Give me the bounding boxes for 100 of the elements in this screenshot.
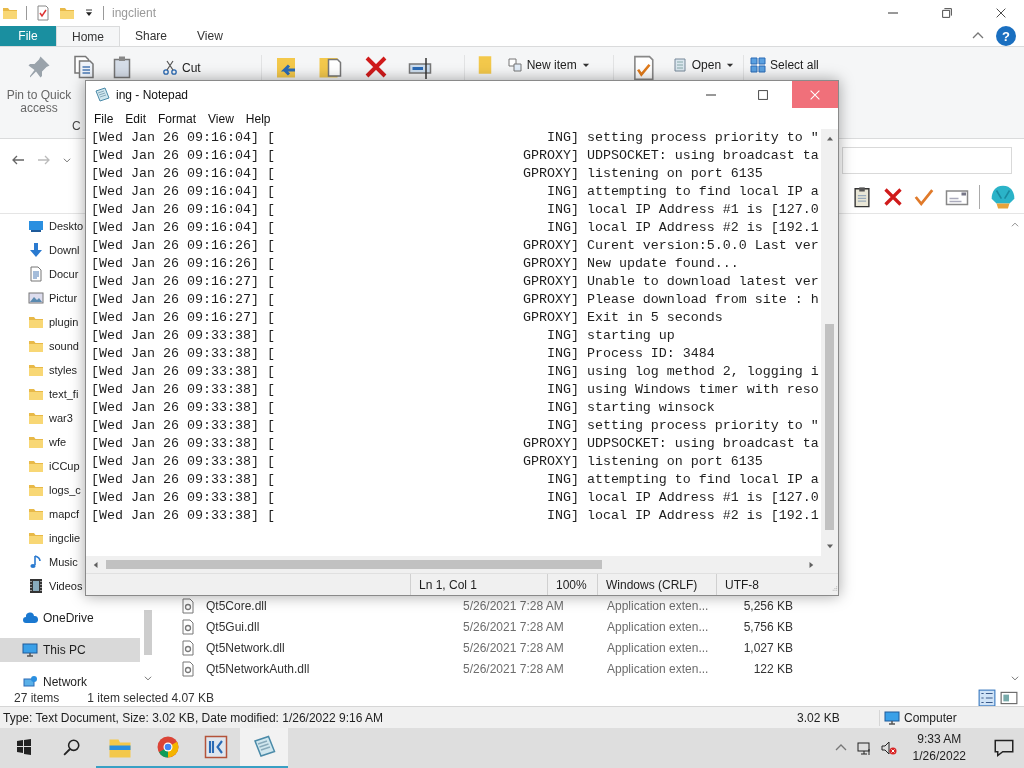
cloud-icon bbox=[22, 610, 38, 626]
recent-button[interactable] bbox=[62, 155, 72, 165]
delete-icon[interactable] bbox=[883, 187, 903, 207]
file-icon bbox=[180, 597, 196, 614]
search-icon bbox=[63, 738, 81, 756]
nav-item[interactable]: Music bbox=[0, 550, 84, 574]
nav-item[interactable]: styles bbox=[0, 358, 84, 382]
help-button[interactable]: ? bbox=[996, 26, 1016, 46]
scrollbar-thumb[interactable] bbox=[106, 560, 602, 569]
nav-item[interactable]: wfe bbox=[0, 430, 84, 454]
nav-item[interactable]: logs_c bbox=[0, 478, 84, 502]
folder-icon bbox=[2, 5, 18, 21]
ribbon-tab[interactable]: Share bbox=[120, 26, 183, 46]
nav-item[interactable]: ingclie bbox=[0, 526, 84, 550]
log-line: [Wed Jan 26 09:16:26] [ GPROXY] New update found... bbox=[91, 255, 739, 273]
log-line: [Wed Jan 26 09:16:27] [ GPROXY] Exit in 5 seconds bbox=[91, 309, 723, 327]
nav-item[interactable]: Deskto bbox=[0, 214, 84, 238]
file-type: Application exten... bbox=[607, 661, 710, 676]
nav-item[interactable]: war3 bbox=[0, 406, 84, 430]
minimize-icon bbox=[706, 93, 716, 96]
nav-item[interactable]: Network bbox=[0, 670, 140, 689]
network-icon[interactable] bbox=[856, 740, 873, 756]
select-all-button[interactable]: Select all bbox=[750, 55, 819, 75]
cut-button[interactable]: Cut bbox=[162, 58, 201, 78]
notification-icon bbox=[994, 738, 1014, 758]
nav-item[interactable]: text_fi bbox=[0, 382, 84, 406]
copy-to-icon[interactable] bbox=[317, 55, 342, 79]
menu-item[interactable]: Format bbox=[152, 111, 203, 126]
menu-item[interactable]: View bbox=[202, 111, 240, 126]
menu-item[interactable]: Edit bbox=[119, 111, 153, 126]
menu-item[interactable]: File bbox=[88, 111, 120, 126]
taskbar-button[interactable] bbox=[240, 728, 288, 768]
nav-item[interactable]: sound bbox=[0, 334, 84, 358]
restore-icon bbox=[940, 6, 954, 20]
file-date: 5/26/2021 7:28 AM bbox=[463, 640, 565, 655]
file-menu-tab[interactable]: File bbox=[0, 26, 56, 46]
open-icon bbox=[671, 57, 688, 73]
log-line: [Wed Jan 26 09:33:38] [ ING] local IP Address #2 is [192.1 bbox=[91, 507, 819, 525]
clock-time[interactable]: 9:33 AM bbox=[917, 731, 962, 748]
copy-label[interactable]: C bbox=[72, 119, 81, 133]
ribbon-tab[interactable]: View bbox=[182, 26, 238, 46]
encoding: UTF-8 bbox=[716, 574, 824, 595]
maximize-icon bbox=[756, 87, 770, 102]
clock-date[interactable]: 1/26/2022 bbox=[912, 748, 966, 765]
shell-icon[interactable] bbox=[990, 184, 1016, 210]
notifications-button[interactable] bbox=[994, 738, 1014, 758]
nav-item[interactable]: Videos bbox=[0, 574, 84, 598]
selection-info: 1 item selected 4.07 KB bbox=[87, 690, 215, 705]
scroll-down-icon[interactable] bbox=[142, 673, 153, 683]
window-title: ingclient bbox=[112, 6, 157, 20]
clipboard-icon[interactable] bbox=[851, 186, 873, 208]
delete-icon[interactable] bbox=[363, 55, 388, 79]
nav-item[interactable]: Downl bbox=[0, 238, 84, 262]
search-field[interactable] bbox=[842, 146, 1012, 174]
log-line: [Wed Jan 26 09:16:27] [ GPROXY] Please download from site : h bbox=[91, 291, 819, 309]
browser-icon bbox=[156, 735, 180, 759]
pin-button[interactable]: Pin to Quick access bbox=[6, 55, 72, 115]
windows-logo-icon bbox=[16, 739, 32, 755]
scroll-down-icon[interactable] bbox=[1010, 673, 1020, 683]
details-view-icon[interactable] bbox=[978, 688, 996, 707]
download-arrow-icon bbox=[28, 242, 44, 258]
nav-item[interactable]: mapcf bbox=[0, 502, 84, 526]
log-line: [Wed Jan 26 09:16:04] [ GPROXY] UDPSOCKET: using broadcast ta bbox=[91, 147, 819, 165]
close-icon bbox=[994, 6, 1008, 20]
properties-icon[interactable] bbox=[35, 5, 51, 21]
file-size: 5,756 KB bbox=[742, 619, 793, 634]
desktop-icon bbox=[28, 218, 44, 234]
log-line: [Wed Jan 26 09:16:04] [ GPROXY] listening on port 6135 bbox=[91, 165, 763, 183]
file-icon bbox=[180, 660, 196, 677]
open-button[interactable]: Open bbox=[671, 55, 736, 75]
ribbon-tab[interactable]: Home bbox=[56, 26, 120, 46]
computer-icon bbox=[22, 642, 38, 658]
nav-item[interactable]: iCCup bbox=[0, 454, 84, 478]
window-title: ing - Notepad bbox=[116, 87, 189, 102]
new-item-button[interactable]: New item bbox=[506, 55, 591, 75]
rename-icon[interactable] bbox=[407, 55, 432, 79]
log-line: [Wed Jan 26 09:33:38] [ GPROXY] UDPSOCKET: using broadcast ta bbox=[91, 435, 819, 453]
nav-item[interactable]: OneDrive bbox=[0, 606, 140, 630]
nav-item[interactable]: plugin bbox=[0, 310, 84, 334]
scroll-up-icon[interactable] bbox=[1010, 220, 1020, 230]
nav-item[interactable]: Docur bbox=[0, 262, 84, 286]
chevron-down-icon bbox=[62, 155, 72, 165]
file-name: Qt5NetworkAuth.dll bbox=[206, 661, 311, 676]
nav-item[interactable]: Pictur bbox=[0, 286, 84, 310]
menu-item[interactable]: Help bbox=[239, 111, 277, 126]
file-name: Qt5Gui.dll bbox=[206, 619, 261, 634]
log-line: [Wed Jan 26 09:16:04] [ ING] local IP Address #1 is [127.0 bbox=[91, 201, 819, 219]
scrollbar-thumb[interactable] bbox=[825, 324, 834, 530]
file-date: 5/26/2021 7:28 AM bbox=[463, 661, 565, 676]
muted-speaker-icon[interactable] bbox=[880, 740, 897, 756]
app-icon bbox=[204, 735, 228, 759]
folder-icon bbox=[28, 386, 44, 402]
nav-item[interactable]: This PC bbox=[0, 638, 140, 662]
file-details: Type: Text Document, Size: 3.02 KB, Date modified: 1/26/2022 9:16 AM bbox=[3, 710, 383, 725]
scrollbar-thumb[interactable] bbox=[143, 610, 152, 655]
select-all-icon bbox=[750, 57, 767, 73]
log-line: [Wed Jan 26 09:33:38] [ ING] Process ID: 3484 bbox=[91, 345, 715, 363]
copy-icon[interactable] bbox=[72, 55, 96, 79]
log-line: [Wed Jan 26 09:16:04] [ ING] setting process priority to " bbox=[91, 129, 819, 147]
folder-icon bbox=[28, 458, 44, 474]
